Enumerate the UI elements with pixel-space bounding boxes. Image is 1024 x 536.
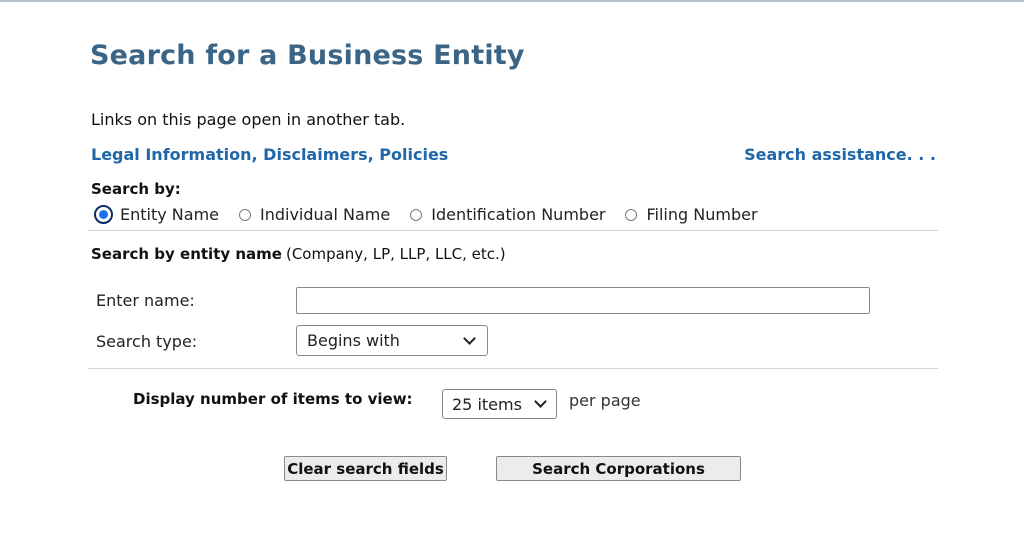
- radio-label: Entity Name: [120, 205, 219, 224]
- search-type-label: Search type:: [96, 332, 198, 351]
- clear-search-fields-button[interactable]: Clear search fields: [284, 456, 447, 481]
- search-by-radio-group: Entity Name Individual Name Identificati…: [94, 205, 778, 224]
- search-type-selected-value: Begins with: [307, 331, 400, 350]
- section-divider: [88, 230, 938, 231]
- display-items-label: Display number of items to view:: [133, 390, 413, 408]
- radio-label: Identification Number: [431, 205, 606, 224]
- section-heading-note: (Company, LP, LLP, LLC, etc.): [285, 245, 506, 263]
- entity-name-input[interactable]: [296, 287, 870, 314]
- radio-selected-icon[interactable]: [94, 205, 113, 224]
- per-page-label: per page: [569, 391, 641, 410]
- search-type-select[interactable]: Begins with: [296, 325, 488, 356]
- items-per-page-select[interactable]: 25 items: [442, 389, 557, 419]
- section-divider: [88, 368, 938, 369]
- radio-unselected-icon[interactable]: [625, 208, 638, 221]
- radio-label: Individual Name: [260, 205, 391, 224]
- page-title: Search for a Business Entity: [90, 40, 525, 71]
- search-corporations-button[interactable]: Search Corporations: [496, 456, 741, 481]
- section-heading: Search by entity name (Company, LP, LLP, …: [91, 245, 506, 263]
- radio-identification-number[interactable]: Identification Number: [410, 205, 605, 224]
- business-entity-search-page: Search for a Business Entity Links on th…: [0, 0, 1024, 536]
- section-heading-title: Search by entity name: [91, 245, 282, 263]
- chevron-down-icon: [534, 395, 547, 408]
- items-per-page-selected-value: 25 items: [452, 394, 522, 414]
- search-by-label: Search by:: [91, 180, 181, 198]
- new-tab-notice: Links on this page open in another tab.: [91, 110, 406, 129]
- radio-entity-name[interactable]: Entity Name: [94, 205, 219, 224]
- chevron-down-icon: [463, 331, 476, 345]
- radio-unselected-icon[interactable]: [410, 208, 423, 221]
- radio-individual-name[interactable]: Individual Name: [239, 205, 390, 224]
- radio-label: Filing Number: [646, 205, 758, 224]
- legal-information-link[interactable]: Legal Information, Disclaimers, Policies: [91, 145, 448, 164]
- radio-unselected-icon[interactable]: [239, 208, 251, 221]
- search-assistance-link[interactable]: Search assistance. . .: [744, 145, 936, 164]
- radio-filing-number[interactable]: Filing Number: [625, 205, 758, 224]
- enter-name-label: Enter name:: [96, 291, 195, 310]
